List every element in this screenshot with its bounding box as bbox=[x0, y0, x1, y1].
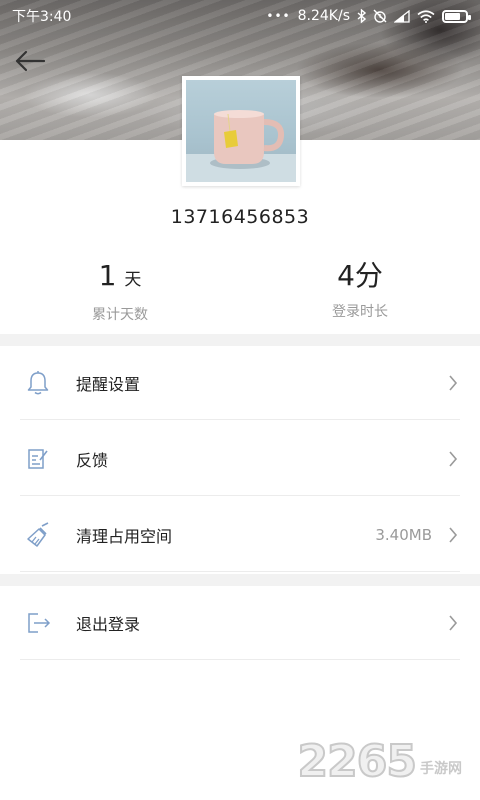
feedback-label: 反馈 bbox=[76, 450, 109, 470]
phone-number: 13716456853 bbox=[170, 206, 310, 228]
profile-screen: 下午3:40 ••• 8.24K/s 13716456853 1 天 累计天数 … bbox=[0, 0, 480, 800]
bell-icon bbox=[27, 370, 49, 394]
more-dots-icon: ••• bbox=[266, 9, 291, 23]
logout-label: 退出登录 bbox=[76, 614, 141, 634]
chevron-right-icon bbox=[449, 526, 458, 543]
days-value: 1 bbox=[98, 259, 117, 292]
broom-icon bbox=[27, 521, 49, 547]
network-speed: 8.24K/s bbox=[297, 8, 350, 24]
wifi-icon bbox=[417, 9, 435, 23]
chevron-right-icon bbox=[449, 614, 458, 631]
section-divider bbox=[0, 334, 480, 346]
back-arrow-icon bbox=[15, 50, 46, 72]
menu-item-logout[interactable]: 退出登录 bbox=[20, 586, 460, 660]
menu-item-reminder-settings[interactable]: 提醒设置 bbox=[20, 346, 460, 420]
status-time: 下午3:40 bbox=[12, 9, 72, 25]
clear-cache-label: 清理占用空间 bbox=[76, 526, 173, 546]
chevron-right-icon bbox=[449, 450, 458, 467]
duration-label: 登录时长 bbox=[332, 304, 388, 320]
bluetooth-icon bbox=[357, 9, 366, 23]
watermark-text: 手游网 bbox=[420, 761, 462, 777]
duration-value: 4分 bbox=[337, 259, 383, 292]
site-watermark: 2265 手游网 bbox=[297, 736, 462, 787]
avatar[interactable] bbox=[182, 76, 300, 186]
stats-panel: 1天 累计天数 4分 登录时长 bbox=[0, 258, 480, 328]
menu-item-clear-cache[interactable]: 清理占用空间 3.40MB bbox=[20, 498, 460, 572]
alarm-off-icon bbox=[373, 9, 387, 23]
coffee-mug-avatar bbox=[186, 80, 296, 182]
reminder-label: 提醒设置 bbox=[76, 374, 141, 394]
days-label: 累计天数 bbox=[92, 307, 148, 323]
section-divider bbox=[0, 574, 480, 586]
back-button[interactable] bbox=[10, 44, 50, 78]
stat-total-days: 1天 累计天数 bbox=[50, 258, 190, 324]
stat-login-duration: 4分 登录时长 bbox=[290, 258, 430, 321]
battery-charging-icon bbox=[442, 9, 471, 23]
watermark-number: 2265 bbox=[297, 736, 418, 787]
mug-image bbox=[186, 110, 296, 182]
status-bar: 下午3:40 ••• 8.24K/s bbox=[0, 0, 480, 32]
signal-icon bbox=[394, 9, 410, 23]
days-unit: 天 bbox=[124, 270, 142, 290]
menu-item-feedback[interactable]: 反馈 bbox=[20, 422, 460, 496]
status-icons: ••• 8.24K/s bbox=[266, 8, 471, 24]
edit-note-icon bbox=[28, 448, 48, 469]
chevron-right-icon bbox=[449, 374, 458, 391]
cache-size-value: 3.40MB bbox=[375, 525, 432, 544]
exit-icon bbox=[28, 612, 51, 633]
